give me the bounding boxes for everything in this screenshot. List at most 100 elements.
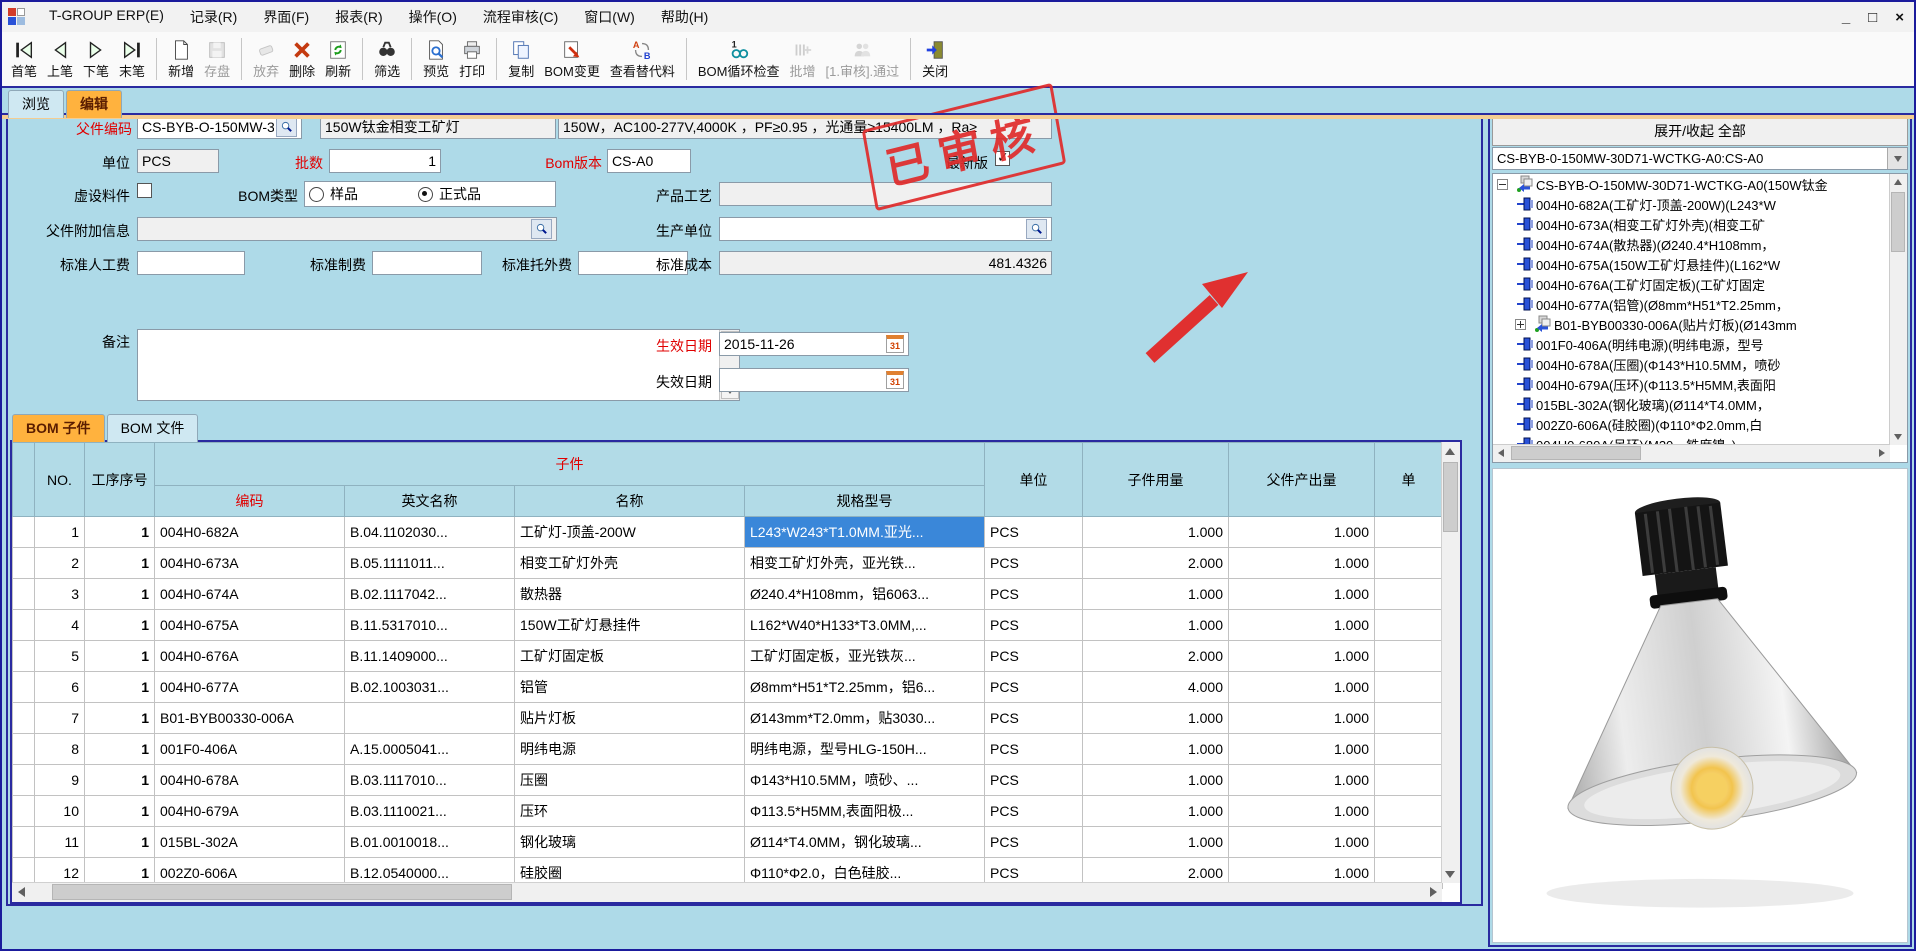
toolbar-button-save-icon[interactable]: 存盘 — [199, 38, 235, 81]
table-cell-unit[interactable]: PCS — [985, 517, 1083, 548]
table-cell-qty[interactable]: 1.000 — [1083, 765, 1229, 796]
table-cell-no[interactable]: 1 — [35, 517, 85, 548]
table-cell-code[interactable]: 004H0-678A — [155, 765, 345, 796]
table-cell-sel[interactable] — [13, 579, 35, 610]
production-unit-field[interactable] — [719, 217, 1052, 241]
tree-item[interactable]: B01-BYB00330-006A(贴片灯板)(Ø143mm — [1493, 314, 1890, 334]
table-cell-last[interactable] — [1375, 579, 1443, 610]
table-cell-code[interactable]: B01-BYB00330-006A — [155, 703, 345, 734]
tree-item[interactable]: 001F0-406A(明纬电源)(明纬电源，型号 — [1493, 334, 1890, 354]
table-cell-code[interactable]: 004H0-676A — [155, 641, 345, 672]
table-cell-spec[interactable]: Φ143*H10.5MM，喷砂、... — [745, 765, 985, 796]
table-cell-no[interactable]: 3 — [35, 579, 85, 610]
table-cell-seq[interactable]: 1 — [85, 641, 155, 672]
table-cell-name[interactable]: 钢化玻璃 — [515, 827, 745, 858]
table-cell-qty[interactable]: 1.000 — [1083, 796, 1229, 827]
tree-item[interactable]: 004H0-677A(铝管)(Ø8mm*H51*T2.25mm， — [1493, 294, 1890, 314]
table-cell-qty[interactable]: 4.000 — [1083, 672, 1229, 703]
table-cell-no[interactable]: 10 — [35, 796, 85, 827]
table-row[interactable]: 101004H0-679AB.03.1110021...压环Φ113.5*H5M… — [13, 796, 1443, 827]
bom-table-vscrollbar[interactable] — [1441, 442, 1460, 883]
table-cell-last[interactable] — [1375, 548, 1443, 579]
table-cell-code[interactable]: 001F0-406A — [155, 734, 345, 765]
effective-date-field[interactable]: 2015-11-26 31 — [719, 332, 909, 356]
toolbar-button-audit-pass-icon[interactable]: [1.审核].通过 — [820, 38, 904, 81]
table-cell-sel[interactable] — [13, 827, 35, 858]
toolbar-button-filter-icon[interactable]: 筛选 — [369, 38, 405, 81]
table-cell-qty[interactable]: 1.000 — [1083, 734, 1229, 765]
toolbar-button-refresh-icon[interactable]: 刷新 — [320, 38, 356, 81]
menu-item[interactable]: 流程审核(C) — [470, 2, 571, 32]
table-row[interactable]: 81001F0-406AA.15.0005041...明纬电源明纬电源，型号HL… — [13, 734, 1443, 765]
table-cell-unit[interactable]: PCS — [985, 641, 1083, 672]
table-cell-unit[interactable]: PCS — [985, 703, 1083, 734]
table-cell-sel[interactable] — [13, 548, 35, 579]
table-cell-sel[interactable] — [13, 703, 35, 734]
menu-item[interactable]: T-GROUP ERP(E) — [36, 2, 177, 32]
table-cell-code[interactable]: 004H0-677A — [155, 672, 345, 703]
table-cell-no[interactable]: 7 — [35, 703, 85, 734]
table-cell-out[interactable]: 1.000 — [1229, 672, 1375, 703]
table-cell-no[interactable]: 11 — [35, 827, 85, 858]
close-button[interactable]: × — [1895, 9, 1904, 26]
table-cell-qty[interactable]: 1.000 — [1083, 610, 1229, 641]
table-cell-last[interactable] — [1375, 610, 1443, 641]
table-cell-sel[interactable] — [13, 610, 35, 641]
tree-item[interactable]: CS-BYB-O-150MW-30D71-WCTKG-A0(150W钛金 — [1493, 174, 1890, 194]
table-cell-last[interactable] — [1375, 641, 1443, 672]
tree-item[interactable]: 004H0-676A(工矿灯固定板)(工矿灯固定 — [1493, 274, 1890, 294]
table-cell-en[interactable]: B.02.1117042... — [345, 579, 515, 610]
table-cell-name[interactable]: 散热器 — [515, 579, 745, 610]
toolbar-button-batch-add-icon[interactable]: 批增 — [784, 38, 820, 81]
table-row[interactable]: 111015BL-302AB.01.0010018...钢化玻璃Ø114*T4.… — [13, 827, 1443, 858]
toolbar-button-close-form-icon[interactable]: 关闭 — [917, 38, 953, 81]
table-cell-seq[interactable]: 1 — [85, 548, 155, 579]
toolbar-button-discard-icon[interactable]: 放弃 — [248, 38, 284, 81]
table-cell-last[interactable] — [1375, 827, 1443, 858]
table-cell-en[interactable]: B.02.1003031... — [345, 672, 515, 703]
parent-code-lookup-button[interactable] — [276, 117, 297, 137]
toolbar-button-prev-record-icon[interactable]: 上笔 — [42, 38, 78, 81]
table-cell-out[interactable]: 1.000 — [1229, 703, 1375, 734]
toolbar-button-substitute-icon[interactable]: AB查看替代料 — [605, 38, 680, 81]
table-cell-unit[interactable]: PCS — [985, 734, 1083, 765]
tree-scroll-down-icon[interactable] — [1890, 429, 1906, 445]
table-cell-last[interactable] — [1375, 734, 1443, 765]
table-cell-unit[interactable]: PCS — [985, 610, 1083, 641]
table-cell-seq[interactable]: 1 — [85, 703, 155, 734]
effective-date-calendar-icon[interactable]: 31 — [886, 335, 904, 353]
table-row[interactable]: 41004H0-675AB.11.5317010...150W工矿灯悬挂件L16… — [13, 610, 1443, 641]
menu-item[interactable]: 界面(F) — [250, 2, 322, 32]
view-tab-active[interactable]: 编辑 — [66, 90, 122, 118]
table-row[interactable]: 21004H0-673AB.05.1111011...相变工矿灯外壳相变工矿灯外… — [13, 548, 1443, 579]
table-cell-unit[interactable]: PCS — [985, 579, 1083, 610]
bom-table-hscrollbar[interactable] — [12, 882, 1442, 902]
toolbar-button-bom-change-icon[interactable]: BOM变更 — [539, 38, 605, 81]
table-cell-unit[interactable]: PCS — [985, 548, 1083, 579]
tree-item[interactable]: 004H0-673A(相变工矿灯外壳)(相变工矿 — [1493, 214, 1890, 234]
bom-version-field[interactable]: CS-A0 — [607, 149, 691, 173]
table-cell-qty[interactable]: 1.000 — [1083, 517, 1229, 548]
table-cell-last[interactable] — [1375, 672, 1443, 703]
table-cell-no[interactable]: 5 — [35, 641, 85, 672]
expand-collapse-all-button[interactable]: 展开/收起 全部 — [1492, 117, 1908, 146]
table-cell-sel[interactable] — [13, 672, 35, 703]
toolbar-button-delete-icon[interactable]: 删除 — [284, 38, 320, 81]
hscroll-left-icon[interactable] — [13, 884, 29, 900]
bom-tab-inactive[interactable]: BOM 文件 — [107, 414, 199, 442]
bom-type-option-official[interactable]: 正式品 — [418, 184, 481, 204]
table-cell-seq[interactable]: 1 — [85, 827, 155, 858]
table-cell-qty[interactable]: 1.000 — [1083, 703, 1229, 734]
vscroll-up-icon[interactable] — [1442, 443, 1458, 459]
hscroll-right-icon[interactable] — [1425, 884, 1441, 900]
table-cell-qty[interactable]: 2.000 — [1083, 548, 1229, 579]
tree-item[interactable]: 002Z0-606A(硅胶圈)(Φ110*Φ2.0mm,白 — [1493, 414, 1890, 434]
table-cell-name[interactable]: 铝管 — [515, 672, 745, 703]
table-cell-name[interactable]: 工矿灯-顶盖-200W — [515, 517, 745, 548]
toolbar-button-next-record-icon[interactable]: 下笔 — [78, 38, 114, 81]
tree-item[interactable]: 004H0-678A(压圈)(Φ143*H10.5MM，喷砂 — [1493, 354, 1890, 374]
table-cell-out[interactable]: 1.000 — [1229, 517, 1375, 548]
table-cell-en[interactable]: B.04.1102030... — [345, 517, 515, 548]
table-row[interactable]: 91004H0-678AB.03.1117010...压圈Φ143*H10.5M… — [13, 765, 1443, 796]
table-cell-spec[interactable]: L243*W243*T1.0MM.亚光... — [745, 517, 985, 548]
